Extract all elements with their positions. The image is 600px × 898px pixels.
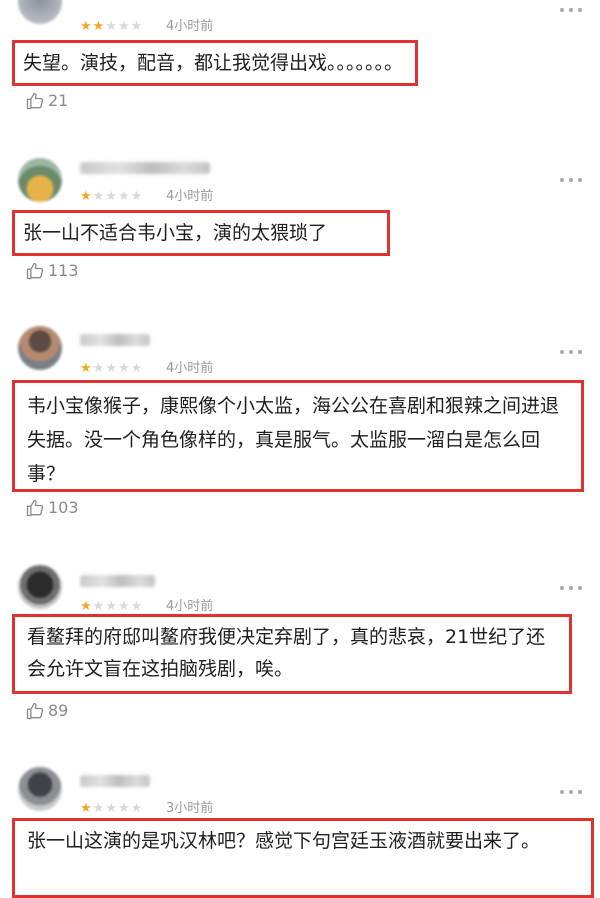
star-empty-icon: ★ (105, 189, 118, 204)
star-empty-icon: ★ (117, 801, 131, 816)
more-options-icon[interactable] (560, 8, 582, 14)
avatar[interactable] (18, 0, 62, 24)
comment-time: 3小时前 (166, 801, 214, 816)
avatar[interactable] (18, 565, 62, 609)
star-filled-icon: ★ (80, 19, 93, 34)
like-count: 21 (48, 91, 69, 110)
like-count: 113 (48, 261, 79, 280)
star-filled-icon: ★ (80, 599, 93, 614)
thumbs-up-icon (26, 92, 44, 110)
like-button[interactable]: 21 (25, 90, 68, 112)
avatar[interactable] (18, 326, 62, 370)
comment-text: 张一山不适合韦小宝，演的太猥琐了 (12, 210, 390, 256)
avatar[interactable] (18, 158, 62, 202)
star-rating: ★★★★★ (80, 600, 143, 614)
star-empty-icon: ★ (105, 19, 118, 34)
star-empty-icon: ★ (117, 599, 131, 614)
like-button[interactable]: 89 (25, 700, 68, 722)
comment-text: 韦小宝像猴子，康熙像个小太监，海公公在喜剧和狠辣之间进退失据。没一个角色像样的，… (12, 380, 584, 492)
star-filled-icon: ★ (80, 361, 93, 376)
more-options-icon[interactable] (560, 350, 582, 356)
more-options-icon[interactable] (560, 178, 582, 184)
username-blurred[interactable] (80, 162, 210, 174)
star-empty-icon: ★ (130, 361, 144, 376)
username-blurred[interactable] (80, 575, 155, 587)
comment-time: 4小时前 (166, 189, 214, 204)
star-empty-icon: ★ (117, 189, 131, 204)
star-empty-icon: ★ (130, 801, 144, 816)
like-count: 89 (48, 701, 69, 720)
username-blurred[interactable] (80, 775, 150, 787)
star-filled-icon: ★ (80, 189, 93, 204)
star-empty-icon: ★ (92, 361, 106, 376)
thumbs-up-icon (26, 499, 44, 517)
like-count: 103 (48, 498, 79, 517)
star-empty-icon: ★ (117, 19, 131, 34)
thumbs-up-icon (26, 702, 44, 720)
username-blurred[interactable] (80, 334, 150, 346)
comment-text: 失望。演技，配音，都让我觉得出戏。。。。。。。 (12, 40, 418, 86)
star-empty-icon: ★ (130, 19, 144, 34)
like-button[interactable]: 103 (25, 497, 79, 519)
comment-time: 4小时前 (166, 599, 214, 614)
star-empty-icon: ★ (105, 599, 118, 614)
thumbs-up-icon (26, 262, 44, 280)
star-empty-icon: ★ (130, 599, 144, 614)
star-empty-icon: ★ (117, 361, 131, 376)
star-empty-icon: ★ (105, 801, 118, 816)
more-options-icon[interactable] (560, 790, 582, 796)
star-rating: ★★★★★ (80, 362, 143, 376)
watermark-blurred (432, 872, 582, 888)
star-filled-icon: ★ (80, 801, 93, 816)
star-empty-icon: ★ (92, 801, 106, 816)
avatar[interactable] (18, 767, 62, 811)
more-options-icon[interactable] (560, 586, 582, 592)
star-rating: ★★★★★ (80, 20, 143, 34)
star-empty-icon: ★ (92, 599, 106, 614)
comment-time: 4小时前 (166, 19, 214, 34)
star-empty-icon: ★ (92, 189, 106, 204)
star-filled-icon: ★ (92, 19, 106, 34)
like-button[interactable]: 113 (25, 260, 79, 282)
star-rating: ★★★★★ (80, 190, 143, 204)
star-empty-icon: ★ (105, 361, 118, 376)
comment-time: 4小时前 (166, 361, 214, 376)
star-empty-icon: ★ (130, 189, 144, 204)
comment-text: 看鳌拜的府邸叫鳌府我便决定弃剧了，真的悲哀，21世纪了还会允许文盲在这拍脑残剧，… (12, 614, 572, 694)
star-rating: ★★★★★ (80, 802, 143, 816)
